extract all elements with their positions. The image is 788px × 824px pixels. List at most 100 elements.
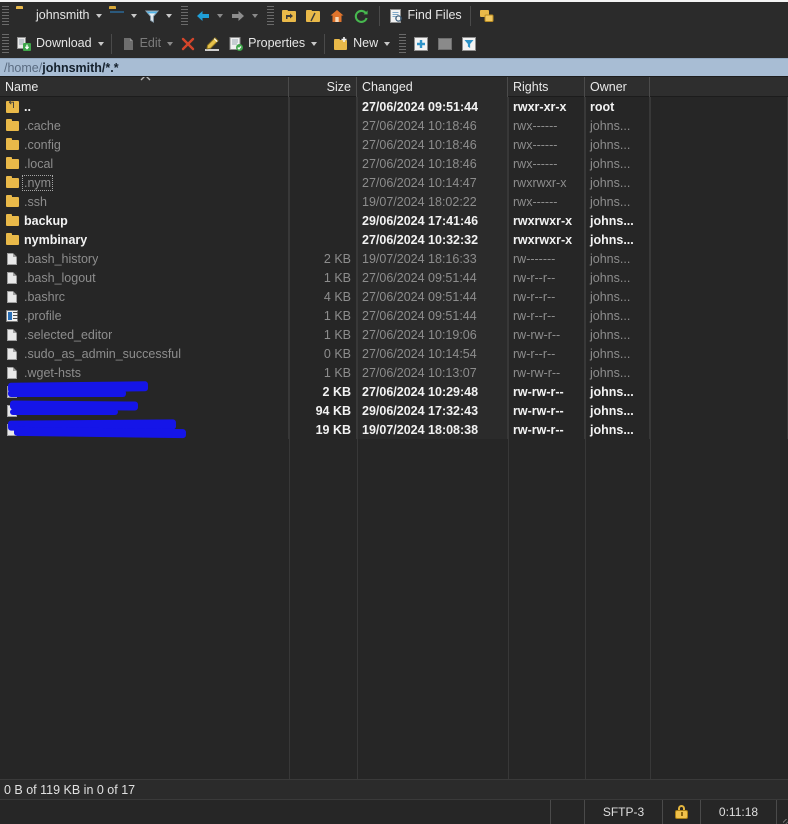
back-history-caret-icon[interactable] [216,14,223,18]
cell-owner: johns... [585,154,650,173]
table-row[interactable]: .bashrc 4 KB 27/06/2024 09:51:44 rw-r--r-- j… [0,287,788,306]
cell-name[interactable]: .bash_history [0,249,289,268]
table-row[interactable]: .sudo_as_admin_successful 0 KB 27/06/2024 … [0,344,788,363]
cell-name[interactable]: .bashrc [0,287,289,306]
open-session-button[interactable] [105,4,129,28]
parent-directory-button[interactable] [277,4,301,28]
table-row[interactable]: .cache 27/06/2024 10:18:46 rwx------ johns.… [0,116,788,135]
cell-rights: rw-r--r-- [508,306,585,325]
table-row[interactable]: 19 KB 19/07/2024 18:08:38 rw-rw-r-- johns..… [0,420,788,439]
find-files-button[interactable]: Find Files [384,4,466,28]
table-row[interactable]: .profile 1 KB 27/06/2024 09:51:44 rw-r--r--… [0,306,788,325]
file-list-panel[interactable]: Name Size Changed Rights Owner .. 27/06/2… [0,76,788,779]
table-row[interactable]: .selected_editor 1 KB 27/06/2024 10:19:06 r… [0,325,788,344]
table-row[interactable]: nymbinary 27/06/2024 10:32:32 rwxrwxr-x joh… [0,230,788,249]
table-row[interactable]: .ssh 19/07/2024 18:02:22 rwx------ johns... [0,192,788,211]
forward-button[interactable] [226,4,250,28]
table-row[interactable]: 2 KB 27/06/2024 10:29:48 rw-rw-r-- johns... [0,382,788,401]
cell-name[interactable]: backup [0,211,289,230]
edit-icon [120,36,136,52]
session-dropdown-caret-icon[interactable] [95,14,102,18]
rename-button[interactable] [200,32,224,56]
cell-name[interactable]: .wget-hsts [0,363,289,382]
cell-owner: johns... [585,306,650,325]
file-icon [6,252,20,266]
cell-name[interactable]: .selected_editor [0,325,289,344]
table-row[interactable]: backup 29/06/2024 17:41:46 rwxrwxr-x johns.… [0,211,788,230]
encryption-indicator[interactable] [662,800,700,824]
cell-owner: root [585,97,650,116]
table-row[interactable]: .config 27/06/2024 10:18:46 rwx------ johns… [0,135,788,154]
add-button[interactable] [409,32,433,56]
table-row[interactable]: .nym 27/06/2024 10:14:47 rwxrwxr-x johns... [0,173,788,192]
home-directory-button[interactable] [325,4,349,28]
cell-filler [650,211,788,230]
resize-grip[interactable] [776,800,788,824]
delete-button[interactable] [176,32,200,56]
column-header-rights[interactable]: Rights [508,77,585,97]
filter-button[interactable] [140,4,164,28]
toolbar-grip[interactable] [2,6,9,26]
table-row[interactable]: .bash_logout 1 KB 27/06/2024 09:51:44 rw-r-… [0,268,788,287]
table-row[interactable]: .local 27/06/2024 10:18:46 rwx------ johns.… [0,154,788,173]
download-button[interactable]: Download [12,32,96,56]
column-header-changed[interactable]: Changed [357,77,508,97]
protocol-indicator[interactable]: SFTP-3 [584,800,662,824]
edit-dropdown-caret-icon[interactable] [167,42,174,46]
bottom-bar-spacer [0,800,550,824]
cell-size [289,211,357,230]
cell-name[interactable] [0,420,289,439]
address-path: johnsmith/*.* [42,60,119,75]
root-directory-button[interactable] [301,4,325,28]
edit-button[interactable]: Edit [116,32,166,56]
column-header-filler [650,77,788,97]
nav-group-grip[interactable] [180,6,188,26]
cell-name[interactable]: .cache [0,116,289,135]
cell-name[interactable]: .bash_logout [0,268,289,287]
cell-name[interactable] [0,382,289,401]
column-header-name[interactable]: Name [0,77,289,97]
cell-name[interactable]: .profile [0,306,289,325]
cell-name[interactable]: .local [0,154,289,173]
cell-name[interactable]: nymbinary [0,230,289,249]
session-duration-indicator[interactable]: 0:11:18 [700,800,776,824]
column-header-owner[interactable]: Owner [585,77,650,97]
cell-name[interactable] [0,401,289,420]
new-button[interactable]: New [329,32,382,56]
cell-owner: johns... [585,230,650,249]
cell-name[interactable]: .nym [0,173,289,192]
properties-button[interactable]: Properties [224,32,309,56]
cell-size: 2 KB [289,382,357,401]
cell-size [289,192,357,211]
table-row[interactable]: .. 27/06/2024 09:51:44rwxr-xr-xroot [0,97,788,116]
filter-apply-button[interactable] [457,32,481,56]
blank-button[interactable] [433,32,457,56]
cell-name[interactable]: .. [0,97,289,116]
cell-name[interactable]: .config [0,135,289,154]
table-row[interactable]: 94 KB 29/06/2024 17:32:43 rw-rw-r-- johns..… [0,401,788,420]
address-bar[interactable]: /home/johnsmith/*.* [0,58,788,76]
filter-dropdown-caret-icon[interactable] [165,14,172,18]
cell-changed: 27/06/2024 10:14:54 [357,344,508,363]
table-row[interactable]: .bash_history 2 KB 19/07/2024 18:16:33 rw--… [0,249,788,268]
cell-rights: rwxrwxr-x [508,173,585,192]
forward-history-caret-icon[interactable] [251,14,258,18]
column-header-size[interactable]: Size [289,77,357,97]
session-folder-button[interactable]: johnsmith [12,4,94,28]
toolbar2-group-grip[interactable] [399,34,407,54]
new-dropdown-caret-icon[interactable] [384,42,391,46]
back-button[interactable] [191,4,215,28]
cell-name[interactable]: .ssh [0,192,289,211]
cell-owner: johns... [585,420,650,439]
toolbar-secondary-grip[interactable] [2,34,9,54]
refresh-button[interactable] [349,4,373,28]
dir-group-grip[interactable] [266,6,274,26]
open-session-dropdown-caret-icon[interactable] [130,14,137,18]
cell-size [289,97,357,116]
copy-queue-button[interactable] [475,4,499,28]
cell-name[interactable]: .sudo_as_admin_successful [0,344,289,363]
properties-dropdown-caret-icon[interactable] [311,42,318,46]
table-row[interactable]: .wget-hsts 1 KB 27/06/2024 10:13:07 rw-rw-r… [0,363,788,382]
download-dropdown-caret-icon[interactable] [97,42,104,46]
file-list-rows[interactable]: ..27/06/2024 09:51:44rwxr-xr-xroot.cache… [0,97,788,439]
